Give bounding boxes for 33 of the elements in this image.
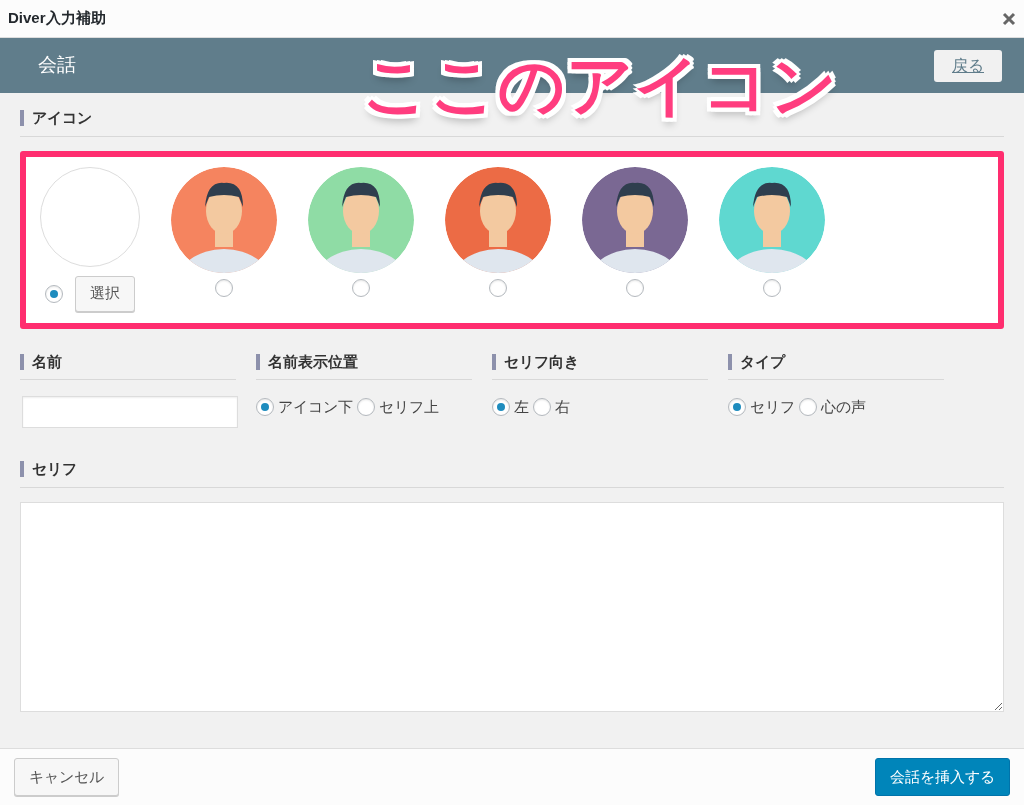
window-title: Diver入力補助 [8, 8, 106, 29]
radio-label: セリフ [750, 397, 795, 417]
close-icon[interactable] [1002, 11, 1016, 26]
name-input[interactable] [22, 396, 238, 428]
cancel-button[interactable]: キャンセル [14, 758, 119, 796]
radio-button[interactable] [215, 278, 233, 297]
insert-button[interactable]: 会話を挿入する [875, 758, 1010, 796]
radio-label: アイコン下 [278, 397, 353, 417]
radio-button[interactable] [763, 278, 781, 297]
radio-button[interactable] [799, 398, 817, 417]
radio-button[interactable] [357, 398, 375, 417]
speech-textarea[interactable] [20, 501, 1004, 712]
select-button[interactable]: 選択 [75, 275, 135, 312]
radio-button[interactable] [728, 398, 746, 417]
radio-button[interactable] [352, 278, 370, 297]
radio-label: セリフ上 [379, 397, 439, 417]
back-link[interactable]: 戻る [934, 49, 1002, 82]
section-label: セリフ [32, 459, 77, 479]
radio-button[interactable] [45, 284, 63, 303]
radio-button[interactable] [489, 278, 507, 297]
section-label: 名前 [32, 351, 62, 372]
radio-button[interactable] [492, 398, 510, 417]
section-label: アイコン [32, 108, 92, 128]
radio-button[interactable] [626, 278, 644, 297]
radio-button[interactable] [533, 398, 551, 417]
radio-button[interactable] [256, 398, 274, 417]
radio-label: 左 [514, 397, 529, 417]
radio-label: 心の声 [821, 397, 866, 417]
section-label: セリフ向き [504, 351, 579, 372]
radio-label: 右 [555, 397, 570, 417]
header-title: 会話 [38, 53, 76, 78]
section-label: 名前表示位置 [268, 351, 358, 372]
section-label: タイプ [740, 351, 785, 372]
